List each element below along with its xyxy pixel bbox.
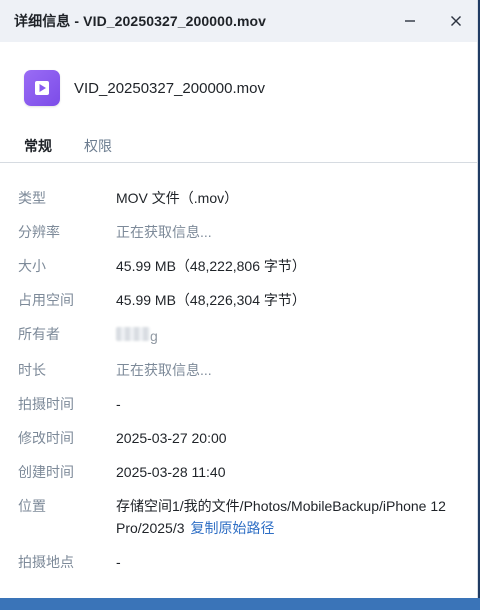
prop-value: MOV 文件（.mov） xyxy=(116,190,239,206)
video-file-icon xyxy=(24,70,60,106)
prop-owner: 所有者 g xyxy=(0,317,477,353)
location-path: 存储空间1/我的文件/Photos/MobileBackup/iPhone 12… xyxy=(116,498,446,536)
prop-label: 拍摄地点 xyxy=(18,554,74,570)
file-name: VID_20250327_200000.mov xyxy=(74,79,265,97)
prop-value: 2025-03-27 20:00 xyxy=(116,430,227,446)
prop-value: 45.99 MB（48,226,304 字节） xyxy=(116,292,306,308)
tab-general[interactable]: 常规 xyxy=(24,134,52,156)
file-header: VID_20250327_200000.mov xyxy=(0,42,477,134)
prop-value: 正在获取信息... xyxy=(116,362,212,378)
properties-list: 类型 MOV 文件（.mov） 分辨率 正在获取信息... 大小 45.99 M… xyxy=(0,163,477,579)
redacted-owner xyxy=(116,327,150,341)
desktop-background xyxy=(0,598,480,610)
minimize-button[interactable] xyxy=(395,6,425,36)
prop-value: - xyxy=(116,396,121,412)
prop-label: 修改时间 xyxy=(18,430,74,446)
prop-resolution: 分辨率 正在获取信息... xyxy=(0,215,477,249)
prop-created: 创建时间 2025-03-28 11:40 xyxy=(0,455,477,489)
minimize-icon xyxy=(405,20,415,22)
prop-value: 存储空间1/我的文件/Photos/MobileBackup/iPhone 12… xyxy=(116,495,461,539)
prop-type: 类型 MOV 文件（.mov） xyxy=(0,181,477,215)
prop-value: 正在获取信息... xyxy=(116,224,212,240)
prop-label: 所有者 xyxy=(18,326,60,342)
prop-label: 拍摄时间 xyxy=(18,396,74,412)
prop-label: 位置 xyxy=(18,498,46,514)
title-bar: 详细信息 - VID_20250327_200000.mov xyxy=(0,0,477,42)
window-title: 详细信息 - VID_20250327_200000.mov xyxy=(14,13,267,29)
prop-label: 类型 xyxy=(18,190,46,206)
close-icon xyxy=(451,16,461,26)
prop-duration: 时长 正在获取信息... xyxy=(0,353,477,387)
tab-permissions[interactable]: 权限 xyxy=(84,134,112,156)
prop-disk-usage: 占用空间 45.99 MB（48,226,304 字节） xyxy=(0,283,477,317)
copy-original-path-link[interactable]: 复制原始路径 xyxy=(191,520,275,536)
prop-label: 分辨率 xyxy=(18,224,60,240)
prop-value: - xyxy=(116,554,121,570)
prop-value: 45.99 MB（48,222,806 字节） xyxy=(116,258,306,274)
prop-label: 时长 xyxy=(18,362,46,378)
prop-value: 2025-03-28 11:40 xyxy=(116,464,226,480)
close-button[interactable] xyxy=(441,6,471,36)
prop-value: g xyxy=(116,323,461,347)
prop-label: 占用空间 xyxy=(18,292,74,308)
prop-location: 位置 存储空间1/我的文件/Photos/MobileBackup/iPhone… xyxy=(0,489,477,545)
prop-label: 创建时间 xyxy=(18,464,74,480)
prop-modified: 修改时间 2025-03-27 20:00 xyxy=(0,421,477,455)
prop-capture-time: 拍摄时间 - xyxy=(0,387,477,421)
prop-size: 大小 45.99 MB（48,222,806 字节） xyxy=(0,249,477,283)
tab-bar: 常规 权限 xyxy=(0,134,477,163)
prop-capture-location: 拍摄地点 - xyxy=(0,545,477,579)
prop-label: 大小 xyxy=(18,258,46,274)
owner-name: g xyxy=(150,328,158,344)
details-window: 详细信息 - VID_20250327_200000.mov VID_20250… xyxy=(0,0,478,604)
